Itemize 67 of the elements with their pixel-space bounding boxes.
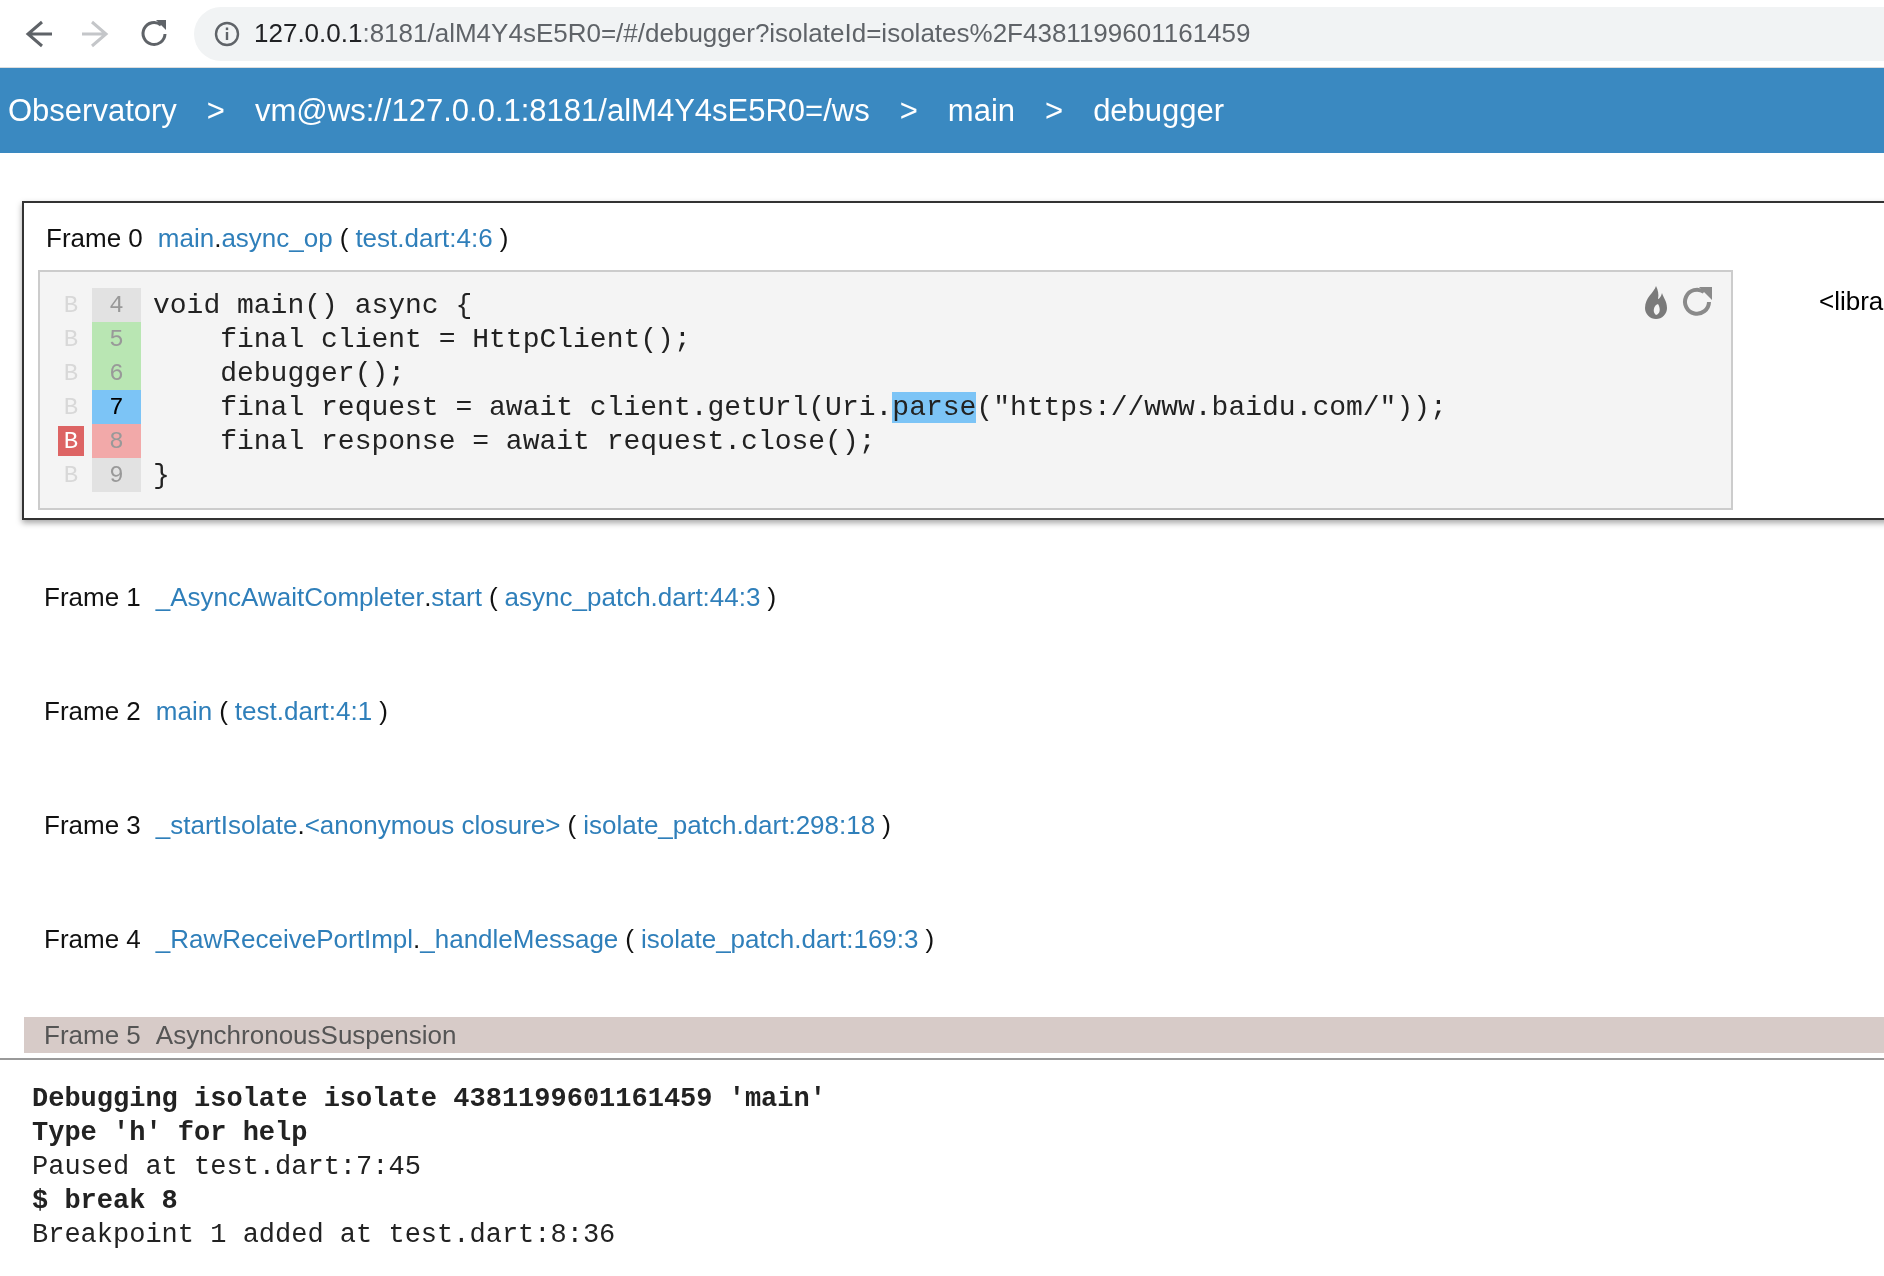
- async-suspension-bar[interactable]: Frame 5 AsynchronousSuspension: [24, 1017, 1884, 1053]
- breadcrumb-separator: >: [899, 92, 918, 129]
- dot-separator: .: [214, 223, 222, 254]
- frame-label: Frame 1: [44, 581, 141, 613]
- frame-card[interactable]: [22, 201, 1884, 520]
- paren: ): [925, 923, 935, 955]
- line-number: 7: [92, 390, 141, 424]
- breadcrumb-separator: >: [206, 92, 225, 129]
- console-line: Paused at test.dart:7:45: [32, 1151, 422, 1184]
- breakpoint-marker[interactable]: B: [58, 426, 84, 456]
- function-link[interactable]: start: [431, 581, 482, 613]
- function-link[interactable]: _handleMessage: [420, 923, 619, 955]
- library-text: <libra: [1819, 286, 1884, 317]
- info-icon[interactable]: [214, 20, 240, 47]
- frame-label: Frame 0: [46, 223, 143, 254]
- paren: ): [767, 581, 777, 613]
- paren: ): [379, 695, 388, 727]
- console-line: Type 'h' for help: [32, 1117, 309, 1150]
- paren: ): [882, 809, 891, 841]
- line-number: 9: [92, 458, 141, 492]
- paren: (: [339, 223, 349, 254]
- suspension-text: AsynchronousSuspension: [155, 1020, 457, 1051]
- paren: (: [625, 923, 634, 955]
- console-line: $ break 8: [32, 1185, 179, 1218]
- frame-label: Frame 3: [44, 809, 141, 841]
- paren: (: [488, 581, 498, 613]
- function-link[interactable]: main: [157, 223, 215, 254]
- code-text: final request = await client.getUrl(Uri.: [219, 391, 893, 423]
- line-number: 6: [92, 356, 141, 390]
- code-text: void main() async {: [153, 289, 473, 321]
- code-text: ("https://www.baidu.com/"));: [976, 391, 1447, 423]
- location-link[interactable]: test.dart:4:1: [234, 695, 373, 727]
- breadcrumb-link[interactable]: Observatory: [8, 92, 177, 129]
- code-text: final client = HttpClient();: [219, 323, 691, 355]
- breadcrumb-link[interactable]: vm@ws://127.0.0.1:8181/alM4Y4sE5R0=/ws: [254, 92, 870, 129]
- code-text: }: [153, 459, 170, 491]
- dot-separator: .: [424, 581, 432, 613]
- breadcrumb-link[interactable]: main: [947, 92, 1015, 129]
- console-line: Breakpoint 1 added at test.dart:8:36: [32, 1219, 617, 1252]
- location-link[interactable]: isolate_patch.dart:298:18: [583, 809, 876, 841]
- selected-code-text: parse: [892, 391, 977, 423]
- frame-label: Frame 4: [44, 923, 141, 955]
- code-text: final response = await request.close();: [219, 425, 876, 457]
- dot-separator: .: [413, 923, 421, 955]
- location-link[interactable]: isolate_patch.dart:169:3: [641, 923, 919, 955]
- line-number: 5: [92, 322, 141, 356]
- frame-label: Frame 5: [44, 1020, 141, 1051]
- console-line: Debugging isolate isolate 4381199601161459 'main': [32, 1083, 827, 1116]
- frame-label: Frame 2: [44, 695, 141, 727]
- address-bar[interactable]: 127.0.0.1:8181/alM4Y4sE5R0=/#/debugger?isolateId=isolates%2F4381199601161459: [194, 6, 1884, 61]
- dot-separator: .: [297, 809, 305, 841]
- function-link[interactable]: _RawReceivePortImpl: [155, 923, 414, 955]
- function-link[interactable]: main: [155, 695, 213, 727]
- line-number: 4: [92, 288, 141, 322]
- function-link[interactable]: <anonymous closure>: [304, 809, 561, 841]
- location-link[interactable]: async_patch.dart:44:3: [504, 581, 761, 613]
- location-link[interactable]: test.dart:4:6: [355, 223, 493, 254]
- line-number: 8: [92, 424, 141, 458]
- breadcrumb-separator: >: [1045, 92, 1064, 129]
- function-link[interactable]: async_op: [221, 223, 333, 254]
- paren: (: [567, 809, 577, 841]
- paren: ): [499, 223, 509, 254]
- breadcrumb-link[interactable]: debugger: [1093, 92, 1225, 129]
- code-text: debugger();: [219, 357, 406, 389]
- paren: (: [219, 695, 228, 727]
- function-link[interactable]: _startIsolate: [155, 809, 298, 841]
- function-link[interactable]: _AsyncAwaitCompleter: [155, 581, 425, 613]
